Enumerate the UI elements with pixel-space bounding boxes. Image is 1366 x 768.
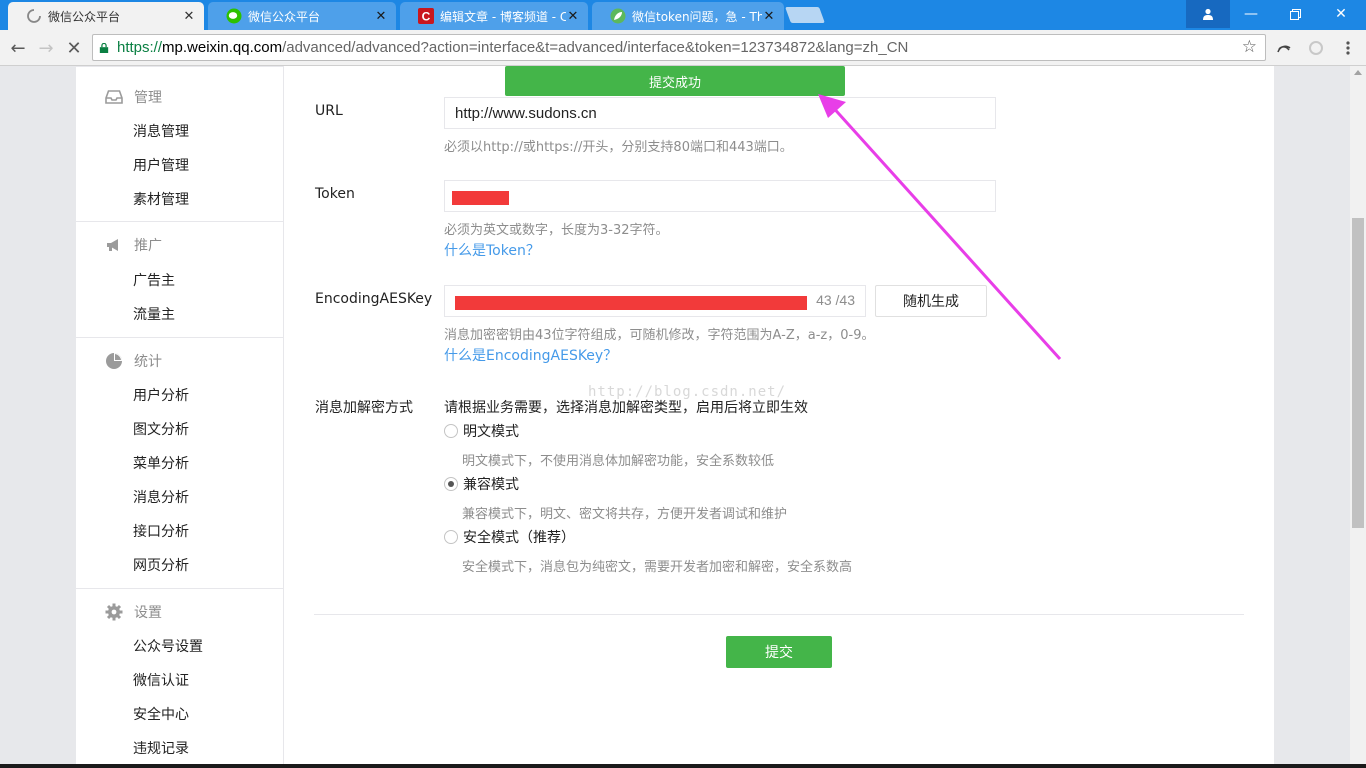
menu-icon[interactable] — [1338, 38, 1358, 58]
annotation-arrow — [818, 94, 1062, 361]
back-arrow-icon[interactable]: ← — [6, 36, 30, 60]
close-icon[interactable]: ✕ — [182, 9, 196, 24]
close-window-icon[interactable]: ✕ — [1318, 0, 1364, 28]
scrollbar-thumb[interactable] — [1352, 218, 1364, 528]
wechat-icon — [226, 8, 242, 24]
vertical-scrollbar[interactable] — [1350, 66, 1366, 768]
close-icon[interactable]: ✕ — [374, 9, 388, 24]
bookmark-star-icon[interactable]: ☆ — [1242, 37, 1257, 57]
scroll-up-arrow-icon[interactable] — [1354, 70, 1362, 75]
extension-icon[interactable] — [1274, 38, 1294, 58]
browser-tab-1[interactable]: 微信公众平台 ✕ — [8, 2, 204, 30]
taskbar-edge — [0, 764, 1366, 768]
restore-icon[interactable] — [1272, 0, 1318, 28]
user-profile-icon[interactable] — [1186, 0, 1230, 28]
browser-tab-4[interactable]: 微信token问题，急 - Th ✕ — [592, 2, 784, 30]
stop-loading-icon[interactable]: ✕ — [62, 36, 86, 60]
browser-tab-3[interactable]: C 编辑文章 - 博客频道 - C ✕ — [400, 2, 588, 30]
loading-spinner-icon — [26, 8, 42, 24]
tab-title: 编辑文章 - 博客频道 - C — [440, 9, 566, 24]
minimize-icon[interactable]: — — [1228, 0, 1274, 28]
url-path: /advanced/advanced?action=interface&t=ad… — [282, 39, 909, 56]
close-icon[interactable]: ✕ — [566, 9, 580, 24]
tab-title: 微信公众平台 — [248, 9, 321, 24]
url-scheme: https:// — [117, 39, 163, 56]
forward-arrow-icon[interactable]: → — [34, 36, 58, 60]
lock-icon — [99, 42, 109, 53]
browser-toolbar: ← → ✕ https://mp.weixin.qq.com/advanced/… — [0, 30, 1366, 66]
address-bar[interactable]: https://mp.weixin.qq.com/advanced/advanc… — [92, 34, 1266, 61]
tab-title: 微信公众平台 — [48, 9, 121, 24]
csdn-icon: C — [418, 8, 434, 24]
browser-title-bar: 微信公众平台 ✕ 微信公众平台 ✕ C 编辑文章 - 博客频道 - C ✕ 微信… — [0, 0, 1366, 30]
page-viewport: 管理 消息管理 用户管理 素材管理 推广 广告主 流量主 统计 用户分析 图文分… — [0, 66, 1350, 768]
svg-text:C: C — [422, 10, 431, 24]
url-host: mp.weixin.qq.com — [162, 39, 283, 56]
leaf-icon — [610, 8, 626, 24]
new-tab-button[interactable] — [785, 7, 825, 23]
tab-title: 微信token问题，急 - Th — [632, 9, 762, 24]
close-icon[interactable]: ✕ — [762, 9, 776, 24]
extension-icon-2[interactable] — [1306, 38, 1326, 58]
browser-tab-2[interactable]: 微信公众平台 ✕ — [208, 2, 396, 30]
